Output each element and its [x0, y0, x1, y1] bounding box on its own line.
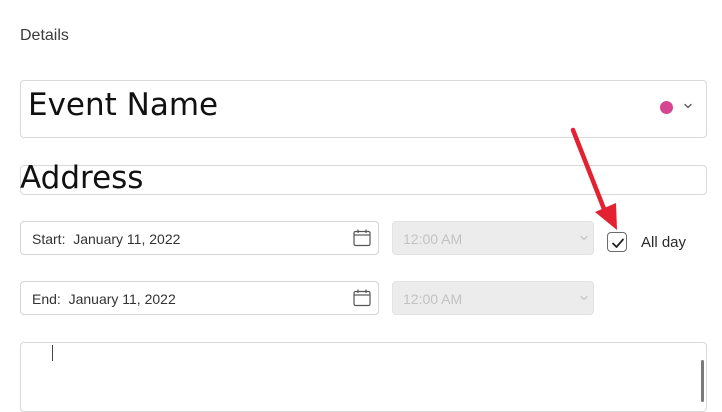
chevron-down-icon[interactable]	[682, 100, 694, 112]
start-date-text: Start: January 11, 2022	[32, 231, 181, 247]
end-time-text: 12:00 AM	[403, 291, 463, 307]
text-cursor	[52, 345, 53, 361]
chevron-down-icon	[580, 295, 588, 301]
address-input-text: Address	[20, 160, 144, 196]
end-date-text: End: January 11, 2022	[32, 291, 176, 307]
event-color-dot[interactable]	[660, 101, 673, 114]
calendar-icon[interactable]	[352, 228, 372, 248]
annotation-arrow	[570, 127, 617, 230]
start-time-text: 12:00 AM	[403, 231, 463, 247]
all-day-label: All day	[641, 234, 687, 251]
notes-scrollbar[interactable]	[701, 360, 704, 402]
event-name-input-text: Event Name	[28, 87, 219, 123]
calendar-icon[interactable]	[352, 288, 372, 308]
details-label: Details	[20, 27, 69, 44]
